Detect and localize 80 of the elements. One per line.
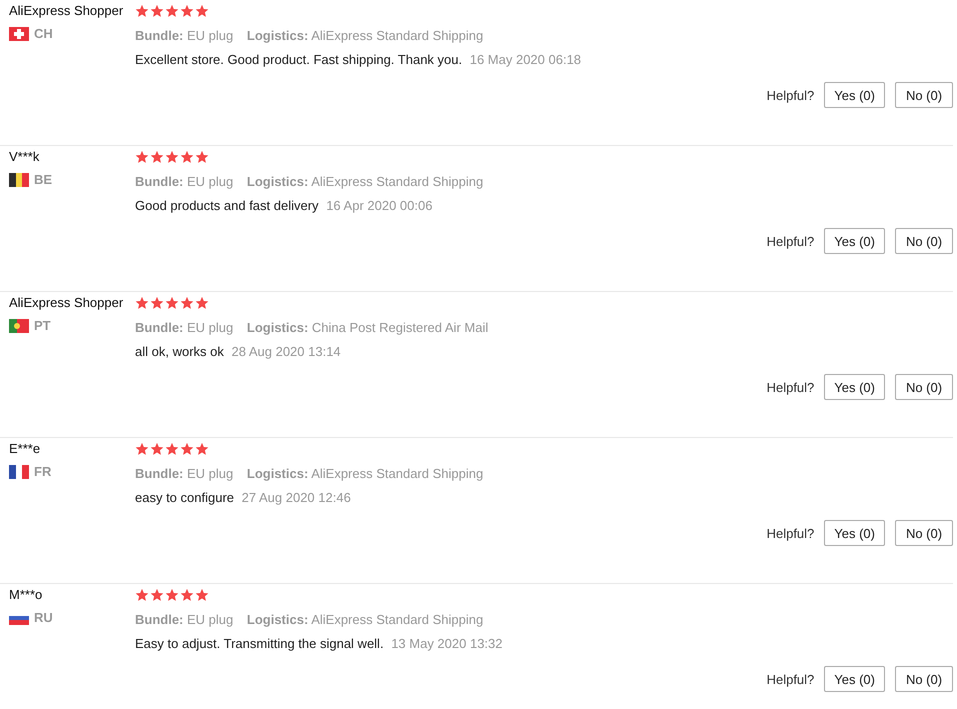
country-code: BE — [34, 172, 52, 187]
star-icon — [180, 588, 194, 602]
review-text: all ok, works ok — [135, 344, 224, 359]
review-text: Excellent store. Good product. Fast shipping. Thank you. — [135, 52, 462, 67]
helpful-label: Helpful? — [766, 672, 814, 686]
star-icon — [180, 442, 194, 456]
star-icon — [165, 442, 179, 456]
star-icon — [150, 150, 164, 164]
bundle-label: Bundle: — [135, 320, 184, 335]
star-icon — [195, 442, 209, 456]
bundle-value: EU plug — [187, 28, 234, 43]
star-icon — [165, 296, 179, 310]
yes-button[interactable]: Yes (0) — [824, 520, 885, 546]
helpful-label: Helpful? — [766, 88, 814, 102]
review-date: 28 Aug 2020 13:14 — [232, 344, 341, 359]
star-icon — [165, 150, 179, 164]
yes-button[interactable]: Yes (0) — [824, 82, 885, 108]
star-icon — [195, 150, 209, 164]
logistics-label: Logistics: — [246, 320, 308, 335]
no-button[interactable]: No (0) — [895, 82, 953, 108]
star-icon — [135, 296, 149, 310]
star-icon — [180, 296, 194, 310]
reviewer-name: AliExpress Shopper — [9, 2, 124, 20]
no-button[interactable]: No (0) — [895, 666, 953, 692]
country-code: RU — [34, 610, 53, 625]
star-icon — [150, 588, 164, 602]
review-date: 27 Aug 2020 12:46 — [242, 490, 351, 505]
star-icon — [180, 4, 194, 18]
helpful-label: Helpful? — [766, 526, 814, 540]
logistics-label: Logistics: — [246, 28, 308, 43]
yes-button[interactable]: Yes (0) — [824, 374, 885, 400]
no-button[interactable]: No (0) — [895, 228, 953, 254]
reviewer-name: E***e — [9, 440, 42, 458]
logistics-label: Logistics: — [246, 466, 308, 481]
bundle-value: EU plug — [187, 174, 234, 189]
bundle-value: EU plug — [187, 612, 234, 627]
star-icon — [135, 4, 149, 18]
bundle-label: Bundle: — [135, 612, 184, 627]
bundle-value: EU plug — [187, 320, 234, 335]
yes-button[interactable]: Yes (0) — [824, 666, 885, 692]
bundle-label: Bundle: — [135, 466, 184, 481]
star-icon — [180, 150, 194, 164]
country-code: FR — [34, 464, 52, 479]
star-icon — [135, 150, 149, 164]
helpful-label: Helpful? — [766, 380, 814, 394]
star-icon — [135, 588, 149, 602]
review-date: 13 May 2020 13:32 — [391, 636, 502, 651]
bundle-value: EU plug — [187, 466, 234, 481]
logistics-value: AliExpress Standard Shipping — [311, 466, 484, 481]
logistics-label: Logistics: — [246, 174, 308, 189]
review-date: 16 Apr 2020 00:06 — [326, 198, 432, 213]
country-code: CH — [34, 26, 53, 41]
star-icon — [195, 588, 209, 602]
star-icon — [135, 442, 149, 456]
no-button[interactable]: No (0) — [895, 374, 953, 400]
logistics-value: AliExpress Standard Shipping — [311, 612, 484, 627]
helpful-label: Helpful? — [766, 234, 814, 248]
logistics-value: AliExpress Standard Shipping — [311, 174, 484, 189]
logistics-value: China Post Registered Air Mail — [312, 320, 488, 335]
review-text: Easy to adjust. Transmitting the signal well. — [135, 636, 384, 651]
star-icon — [165, 4, 179, 18]
country-code: PT — [34, 318, 51, 333]
star-icon — [150, 296, 164, 310]
reviewer-name: V***k — [9, 148, 40, 166]
yes-button[interactable]: Yes (0) — [824, 228, 885, 254]
reviewer-name: AliExpress Shopper — [9, 294, 124, 312]
review-text: Good products and fast delivery — [135, 198, 319, 213]
logistics-value: AliExpress Standard Shipping — [311, 28, 484, 43]
star-icon — [195, 4, 209, 18]
no-button[interactable]: No (0) — [895, 520, 953, 546]
star-icon — [165, 588, 179, 602]
star-icon — [150, 442, 164, 456]
star-icon — [195, 296, 209, 310]
star-icon — [150, 4, 164, 18]
review-text: easy to configure — [135, 490, 234, 505]
reviewer-name: M***o — [9, 586, 44, 604]
review-date: 16 May 2020 06:18 — [470, 52, 582, 67]
logistics-label: Logistics: — [246, 612, 308, 627]
bundle-label: Bundle: — [135, 28, 184, 43]
bundle-label: Bundle: — [135, 174, 184, 189]
